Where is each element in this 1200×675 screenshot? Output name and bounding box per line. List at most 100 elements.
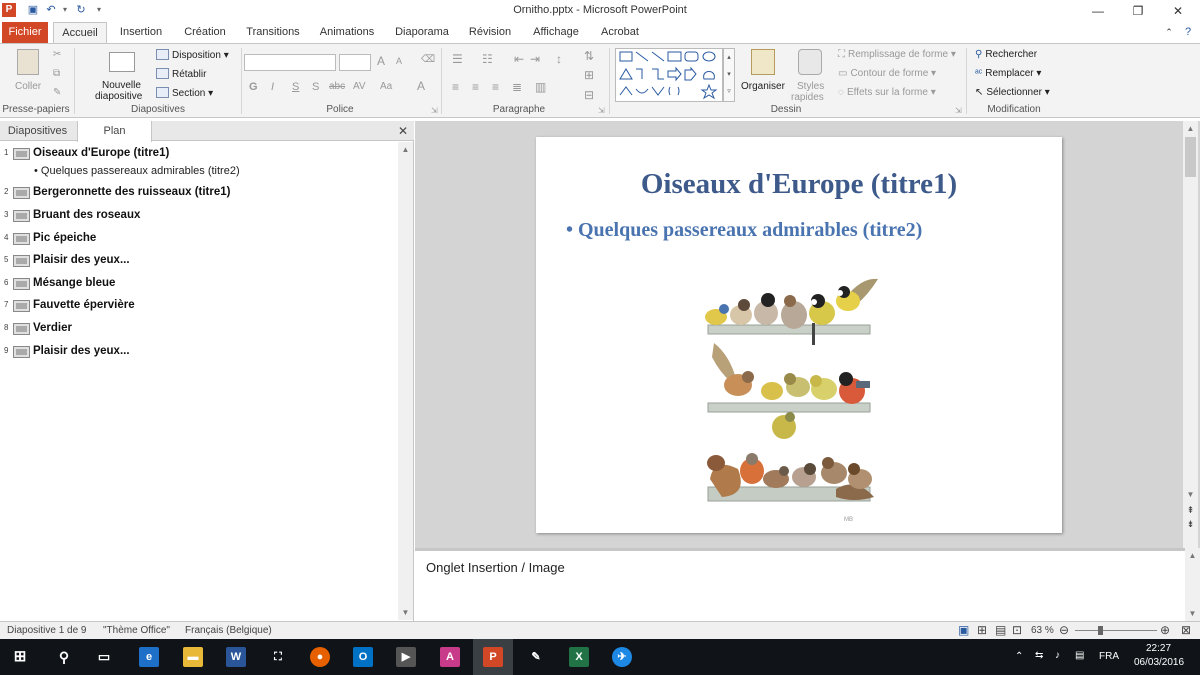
slide-sorter-icon[interactable]: ⊞ [977, 623, 987, 637]
notes-scrollbar[interactable]: ▲ ▼ [1185, 548, 1200, 621]
numbering-icon[interactable]: ☷ [482, 52, 493, 66]
shape-fill-button[interactable]: ⛶ Remplissage de forme ▾ [838, 49, 956, 60]
tab-creation[interactable]: Création [176, 22, 234, 43]
outline-scrollbar[interactable]: ▲ ▼ [398, 142, 413, 620]
font-family-combo[interactable] [244, 54, 336, 71]
clock-date[interactable]: 06/03/2016 [1134, 657, 1184, 668]
paint-icon[interactable]: ✎ [526, 647, 546, 667]
new-slide-label-1[interactable]: Nouvelle [102, 80, 141, 91]
shrink-font-icon[interactable]: A [396, 56, 402, 66]
align-center-icon[interactable]: ≡ [472, 80, 479, 94]
italic-button[interactable]: I [271, 81, 274, 93]
volume-icon[interactable]: ♪ [1055, 650, 1060, 661]
language-status[interactable]: Français (Belgique) [185, 625, 272, 636]
tab-fichier[interactable]: Fichier [2, 22, 48, 43]
paste-button[interactable]: Coller [15, 81, 41, 92]
collapse-ribbon-icon[interactable]: ⌃ [1162, 22, 1176, 43]
shape-outline-button[interactable]: ▭ Contour de forme ▾ [838, 68, 936, 79]
notes-text[interactable]: Onglet Insertion / Image [426, 560, 565, 575]
help-icon[interactable]: ? [1180, 22, 1196, 43]
previous-slide-icon[interactable]: ⇞ [1183, 503, 1198, 518]
scroll-up-icon[interactable]: ▲ [1183, 121, 1198, 136]
next-slide-icon[interactable]: ⇟ [1183, 517, 1198, 532]
firefox-icon[interactable]: ● [310, 647, 330, 667]
edge-icon[interactable]: e [139, 647, 159, 667]
layout-button[interactable]: Disposition ▾ [156, 49, 229, 61]
reading-view-icon[interactable]: ▤ [995, 623, 1006, 637]
align-right-icon[interactable]: ≡ [492, 80, 499, 94]
language-indicator[interactable]: FRA [1099, 651, 1119, 662]
task-view-icon[interactable]: ▭ [94, 647, 114, 667]
network-icon[interactable]: ⇆ [1035, 650, 1043, 661]
format-painter-icon[interactable]: ✎ [53, 87, 61, 98]
theme-name[interactable]: "Thème Office" [103, 625, 170, 636]
quick-styles-label-1[interactable]: Styles [797, 81, 824, 92]
slide-scrollbar[interactable]: ▲ ▼ ⇞ ⇟ [1183, 121, 1198, 548]
shapes-gallery-scroll[interactable]: ▴ ▾ ▿ [723, 48, 735, 102]
font-color-button[interactable]: A [417, 79, 425, 93]
find-button[interactable]: ⚲ Rechercher [975, 49, 1037, 60]
columns-icon[interactable]: ▥ [535, 80, 546, 94]
shapes-gallery[interactable] [615, 48, 723, 102]
clear-format-icon[interactable]: ⌫ [421, 54, 435, 65]
scroll-up-icon[interactable]: ▲ [1185, 548, 1200, 563]
arrange-icon[interactable] [751, 49, 775, 75]
birds-illustration[interactable]: MB [686, 257, 906, 525]
copy-icon[interactable]: ⧉ [53, 68, 60, 79]
zoom-slider[interactable] [1075, 630, 1157, 631]
increase-indent-icon[interactable]: ⇥ [530, 52, 540, 66]
thunderbird-icon[interactable]: ✈ [612, 647, 632, 667]
slideshow-icon[interactable]: ⊡ [1012, 623, 1022, 637]
fit-slide-icon[interactable]: ⊠ [1181, 623, 1191, 637]
scroll-down-icon[interactable]: ▼ [1185, 606, 1200, 621]
underline-button[interactable]: S [292, 81, 299, 93]
excel-icon[interactable]: X [569, 647, 589, 667]
bold-button[interactable]: G [249, 81, 258, 93]
align-left-icon[interactable]: ≡ [452, 80, 459, 94]
reset-button[interactable]: Rétablir [156, 68, 206, 80]
shape-effects-button[interactable]: ◌ Effets sur la forme ▾ [838, 87, 936, 98]
cut-icon[interactable]: ✂ [53, 49, 61, 60]
minimize-button[interactable]: — [1076, 0, 1120, 22]
tray-chevron-icon[interactable]: ⌃ [1015, 651, 1023, 662]
strikethrough-button[interactable]: abc [329, 81, 345, 92]
outlook-icon[interactable]: O [353, 647, 373, 667]
replace-button[interactable]: ᵃᶜ Remplacer ▾ [975, 68, 1041, 79]
outline-sub-bullet[interactable]: • Quelques passereaux admirables (titre2… [34, 165, 240, 177]
drawing-dialog-launcher-icon[interactable]: ⇲ [955, 106, 962, 115]
tab-insertion[interactable]: Insertion [112, 22, 170, 43]
new-slide-icon[interactable] [109, 52, 135, 72]
restore-button[interactable]: ❐ [1116, 0, 1160, 22]
font-size-combo[interactable] [339, 54, 371, 71]
quick-styles-label-2[interactable]: rapides [791, 92, 824, 103]
char-spacing-button[interactable]: AV [353, 81, 366, 92]
section-button[interactable]: Section ▾ [156, 87, 213, 99]
access-icon[interactable]: A [440, 647, 460, 667]
zoom-in-icon[interactable]: ⊕ [1160, 623, 1170, 637]
tab-diaporama[interactable]: Diaporama [390, 22, 454, 43]
zoom-out-icon[interactable]: ⊖ [1059, 623, 1069, 637]
slide-bullet[interactable]: • Quelques passereaux admirables (titre2… [566, 219, 922, 242]
paragraph-dialog-launcher-icon[interactable]: ⇲ [598, 106, 605, 115]
start-icon[interactable]: ⊞ [10, 647, 30, 667]
justify-icon[interactable]: ≣ [512, 80, 522, 94]
tab-diapositives[interactable]: Diapositives [0, 121, 75, 141]
grow-font-icon[interactable]: A [377, 54, 385, 68]
notifications-icon[interactable]: ▤ [1075, 650, 1084, 661]
text-direction-icon[interactable]: ⇅ [584, 49, 594, 63]
tab-affichage[interactable]: Affichage [527, 22, 585, 43]
quick-styles-icon[interactable] [798, 49, 822, 75]
scroll-thumb[interactable] [1185, 137, 1196, 177]
clock-time[interactable]: 22:27 [1146, 643, 1171, 654]
scroll-down-icon[interactable]: ▼ [1183, 487, 1198, 502]
notes-pane[interactable]: Onglet Insertion / Image [415, 548, 1185, 621]
bullets-icon[interactable]: ☰ [452, 52, 463, 66]
powerpoint-taskbar-icon[interactable]: P [483, 647, 503, 667]
align-text-icon[interactable]: ⊞ [584, 68, 594, 82]
tab-animations[interactable]: Animations [314, 22, 380, 43]
tab-plan[interactable]: Plan [77, 121, 152, 142]
tab-accueil[interactable]: Accueil [53, 22, 107, 44]
tab-acrobat[interactable]: Acrobat [594, 22, 646, 43]
font-dialog-launcher-icon[interactable]: ⇲ [431, 106, 438, 115]
scroll-down-icon[interactable]: ▼ [398, 605, 413, 620]
